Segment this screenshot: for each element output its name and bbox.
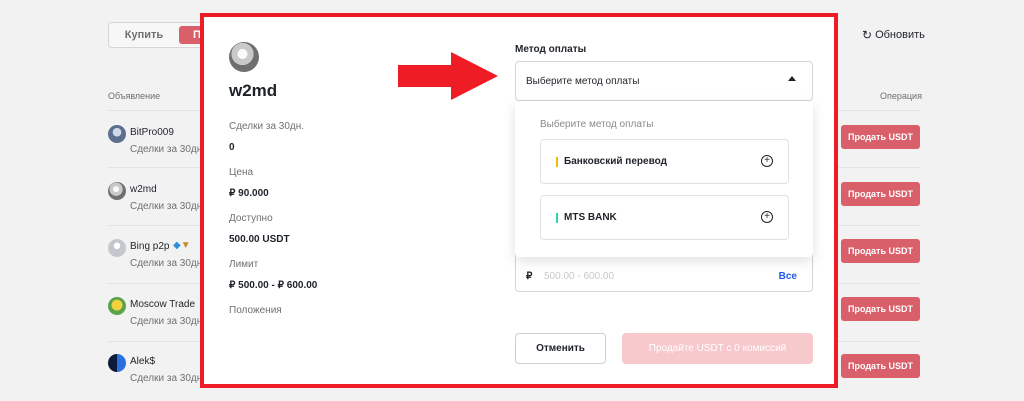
sell-usdt-button[interactable]: Продать USDT [841,125,920,149]
currency-symbol: ₽ [526,271,533,282]
trades-30d-label: Сделки за 30дн. [229,121,305,132]
column-header-operation: Операция [880,91,922,101]
avatar [108,182,126,200]
sell-usdt-button[interactable]: Продать USDT [841,182,920,206]
avatar [108,239,126,257]
amount-placeholder: 500.00 - 600.00 [544,271,615,282]
payment-option-bank-transfer[interactable]: Банковский перевод + [540,139,789,184]
merchant-name[interactable]: Moscow Trade [130,299,195,310]
limit-value: ₽ 500.00 - ₽ 600.00 [229,280,318,291]
merchant-stats: Сделки за 30дн. [130,258,206,269]
refresh-button[interactable]: ↻ Обновить [862,28,925,42]
dropdown-title: Выберите метод оплаты [540,119,654,130]
cancel-button[interactable]: Отменить [515,333,606,364]
badge-icons: ◆▼ [173,240,191,251]
payment-method-dropdown: Выберите метод оплаты Банковский перевод… [515,101,813,257]
pointer-arrow-icon [398,52,498,100]
avatar [108,354,126,372]
payment-method-label: Метод оплаты [515,44,587,55]
payment-method-select[interactable]: Выберите метод оплаты [515,61,813,101]
available-label: Доступно [229,213,273,224]
merchant-avatar [229,42,259,72]
diamond-badge-icon: ◆ [173,240,181,251]
price-label: Цена [229,167,254,178]
sell-usdt-button[interactable]: Продать USDT [841,239,920,263]
sell-usdt-button[interactable]: Продать USDT [841,297,920,321]
payment-method-placeholder: Выберите метод оплаты [526,76,640,87]
avatar [108,297,126,315]
caret-up-icon [788,76,796,81]
limit-label: Лимит [229,259,259,270]
merchant-name[interactable]: Bing p2p [130,241,169,252]
avatar [108,125,126,143]
sell-order-modal: w2md Сделки за 30дн. 0 Цена ₽ 90.000 Дос… [200,13,838,388]
payment-option-mts-bank[interactable]: MTS BANK + [540,195,789,240]
merchant-stats: Сделки за 30дн. [130,316,206,327]
merchant-name[interactable]: Alek$ [130,356,155,367]
column-header-ad: Объявление [108,91,161,101]
sell-usdt-button[interactable]: Продать USDT [841,354,920,378]
tab-buy[interactable]: Купить [109,23,179,47]
merchant-name[interactable]: BitPro009 [130,127,174,138]
terms-label: Положения [229,305,282,316]
merchant-stats: Сделки за 30дн. [130,373,206,384]
add-circle-icon[interactable]: + [761,155,773,167]
refresh-label: Обновить [875,29,925,41]
add-circle-icon[interactable]: + [761,211,773,223]
available-value: 500.00 USDT [229,234,290,245]
confirm-sell-button[interactable]: Продайте USDT с 0 комиссий [622,333,813,364]
medal-badge-icon: ▼ [180,240,191,251]
price-value: ₽ 90.000 [229,188,269,199]
merchant-stats: Сделки за 30дн. [130,201,206,212]
payment-option-label: Банковский перевод [564,156,667,167]
merchant-name: w2md [229,81,278,100]
refresh-icon: ↻ [862,28,873,42]
merchant-stats: Сделки за 30дн. [130,144,206,155]
method-color-bar [556,157,558,167]
trades-30d-value: 0 [229,142,235,153]
method-color-bar [556,213,558,223]
all-amount-link[interactable]: Все [779,271,797,282]
merchant-name[interactable]: w2md [130,184,157,195]
payment-option-label: MTS BANK [564,212,617,223]
